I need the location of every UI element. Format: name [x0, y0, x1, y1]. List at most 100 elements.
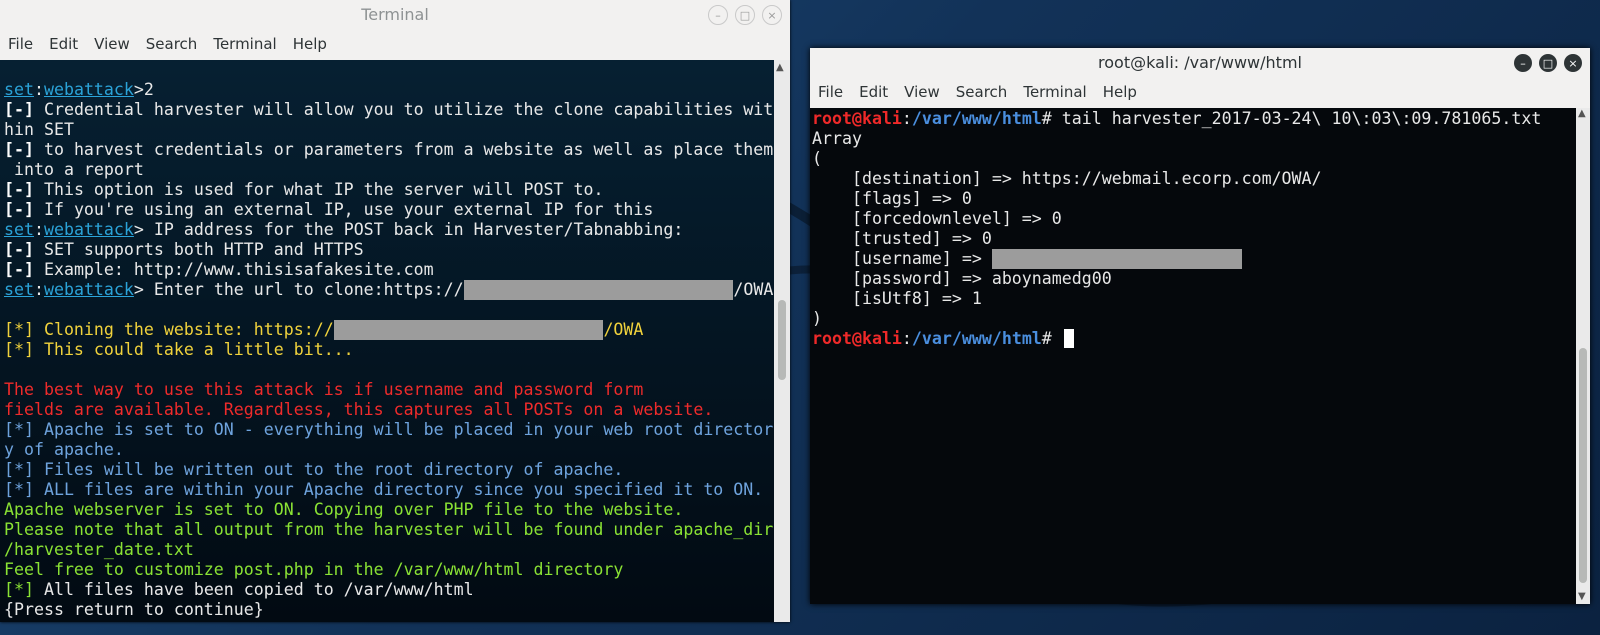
terminal-line: [*] Files will be written out to the roo… — [4, 460, 774, 480]
terminal-text: [trusted] => 0 — [812, 229, 992, 248]
terminal-line: [*] All files have been copied to /var/w… — [4, 580, 774, 600]
menu-view[interactable]: View — [896, 78, 948, 106]
terminal-line: Feel free to customize post.php in the /… — [4, 560, 774, 580]
menu-file[interactable]: File — [810, 78, 851, 106]
terminal-text: This option is used for what IP the serv… — [33, 180, 604, 199]
terminal-text: The best way to use this attack is if us… — [4, 380, 644, 399]
scrollbar-thumb[interactable] — [778, 300, 786, 380]
terminal-line: [-] to harvest credentials or parameters… — [4, 140, 774, 160]
terminal-text: Credential harvester will allow you to u… — [33, 100, 774, 119]
terminal-line: [*] Apache is set to ON - everything wil… — [4, 420, 774, 440]
menu-edit[interactable]: Edit — [851, 78, 896, 106]
scrollbar[interactable]: ▲ ▼ — [1576, 108, 1590, 604]
terminal-text: {Press return to continue} — [4, 600, 264, 619]
text-cursor — [1063, 329, 1074, 348]
menu-search[interactable]: Search — [138, 30, 206, 58]
close-icon[interactable]: × — [762, 5, 782, 25]
scroll-up-icon[interactable]: ▲ — [1578, 108, 1586, 119]
menu-terminal[interactable]: Terminal — [205, 30, 284, 58]
scrollbar[interactable]: ▲ — [774, 60, 790, 622]
terminal-line: [-] This option is used for what IP the … — [4, 180, 774, 200]
terminal-text: Apache webserver is set to ON. Copying o… — [4, 500, 684, 519]
terminal-text: fields are available. Regardless, this c… — [4, 400, 714, 419]
terminal-text: Please note that all output from the har… — [4, 520, 774, 539]
terminal-text: /var/www/html — [911, 329, 1042, 348]
terminal-line: [-] Credential harvester will allow you … — [4, 100, 774, 120]
menu-bar: File Edit View Search Terminal Help — [810, 78, 1590, 106]
terminal-text: [*] Apache is set to ON - everything wil… — [4, 420, 774, 439]
terminal-line: {Press return to continue} — [4, 600, 774, 620]
terminal-text: webattack — [43, 220, 134, 239]
close-icon[interactable]: × — [1564, 54, 1582, 72]
terminal-line: [-] Example: http://www.thisisafakesite.… — [4, 260, 774, 280]
terminal-text: into a report — [4, 160, 144, 179]
terminal-output[interactable]: root@kali:/var/www/html# tail harvester_… — [810, 108, 1576, 604]
terminal-line: Array — [812, 129, 1576, 149]
terminal-text: [isUtf8] => 1 — [812, 289, 982, 308]
window-title: root@kali: /var/www/html — [1098, 53, 1302, 72]
terminal-text: [flags] => 0 — [812, 189, 972, 208]
maximize-icon[interactable]: □ — [735, 5, 755, 25]
terminal-line: into a report — [4, 160, 774, 180]
menu-edit[interactable]: Edit — [41, 30, 86, 58]
window-titlebar[interactable]: Terminal – □ × — [0, 0, 790, 30]
terminal-text: ) — [812, 309, 822, 328]
menu-help[interactable]: Help — [1095, 78, 1145, 106]
maximize-icon[interactable]: □ — [1539, 54, 1557, 72]
menu-file[interactable]: File — [0, 30, 41, 58]
terminal-text: /OWA — [603, 320, 644, 339]
menu-help[interactable]: Help — [285, 30, 335, 58]
minimize-icon[interactable]: – — [1514, 54, 1532, 72]
minimize-icon[interactable]: – — [708, 5, 728, 25]
terminal-text: [-] — [4, 140, 34, 159]
terminal-line: [trusted] => 0 — [812, 229, 1576, 249]
terminal-line: [destination] => https://webmail.ecorp.c… — [812, 169, 1576, 189]
terminal-line: set:webattack> Enter the url to clone:ht… — [4, 280, 774, 300]
terminal-text: [*] Files will be written out to the roo… — [4, 460, 624, 479]
terminal-text: [-] — [4, 260, 34, 279]
terminal-line: fields are available. Regardless, this c… — [4, 400, 774, 420]
menu-terminal[interactable]: Terminal — [1015, 78, 1094, 106]
terminal-text: : — [901, 329, 912, 348]
redacted-block — [463, 280, 734, 300]
terminal-text: to harvest credentials or parameters fro… — [33, 140, 774, 159]
scroll-down-icon[interactable]: ▼ — [1578, 591, 1586, 602]
terminal-line: [forcedownlevel] => 0 — [812, 209, 1576, 229]
scrollbar-thumb[interactable] — [1579, 348, 1587, 583]
terminal-output[interactable]: set:webattack>2 [-] Credential harvester … — [0, 60, 774, 622]
terminal-text: set — [4, 280, 34, 299]
terminal-window-left: Terminal – □ × File Edit View Search Ter… — [0, 0, 790, 622]
menu-search[interactable]: Search — [948, 78, 1016, 106]
terminal-line: [*] Cloning the website: https:// /OWA — [4, 320, 774, 340]
terminal-line: [isUtf8] => 1 — [812, 289, 1576, 309]
terminal-text: set — [4, 220, 34, 239]
terminal-text: : — [33, 220, 44, 239]
terminal-text: [-] — [4, 180, 34, 199]
terminal-text: /OWA — [733, 280, 774, 299]
window-titlebar[interactable]: root@kali: /var/www/html – □ × — [810, 48, 1590, 78]
terminal-line: [flags] => 0 — [812, 189, 1576, 209]
terminal-text: : — [901, 109, 912, 128]
terminal-text: webattack — [43, 280, 134, 299]
terminal-line: [password] => aboynamedg00 — [812, 269, 1576, 289]
terminal-text: [*] ALL files are within your Apache dir… — [4, 480, 764, 499]
terminal-text: /harvester_date.txt — [4, 540, 194, 559]
scroll-up-icon[interactable]: ▲ — [776, 62, 784, 73]
terminal-text: All files have been copied to /var/www/h… — [33, 580, 474, 599]
terminal-line: set:webattack>2 — [4, 80, 774, 100]
terminal-text: >2 — [133, 80, 154, 99]
terminal-text: [destination] => https://webmail.ecorp.c… — [812, 169, 1322, 188]
terminal-text: If you're using an external IP, use your… — [33, 200, 654, 219]
menu-view[interactable]: View — [86, 30, 138, 58]
terminal-line: root@kali:/var/www/html# — [812, 329, 1576, 349]
terminal-line: [*] This could take a little bit... — [4, 340, 774, 360]
terminal-line: ( — [812, 149, 1576, 169]
terminal-line: Please note that all output from the har… — [4, 520, 774, 540]
window-title: Terminal — [361, 5, 429, 24]
terminal-text: : — [33, 280, 44, 299]
terminal-line: y of apache. — [4, 440, 774, 460]
terminal-line: [*] ALL files are within your Apache dir… — [4, 480, 774, 500]
terminal-text: > Enter the url to clone:https:// — [133, 280, 464, 299]
